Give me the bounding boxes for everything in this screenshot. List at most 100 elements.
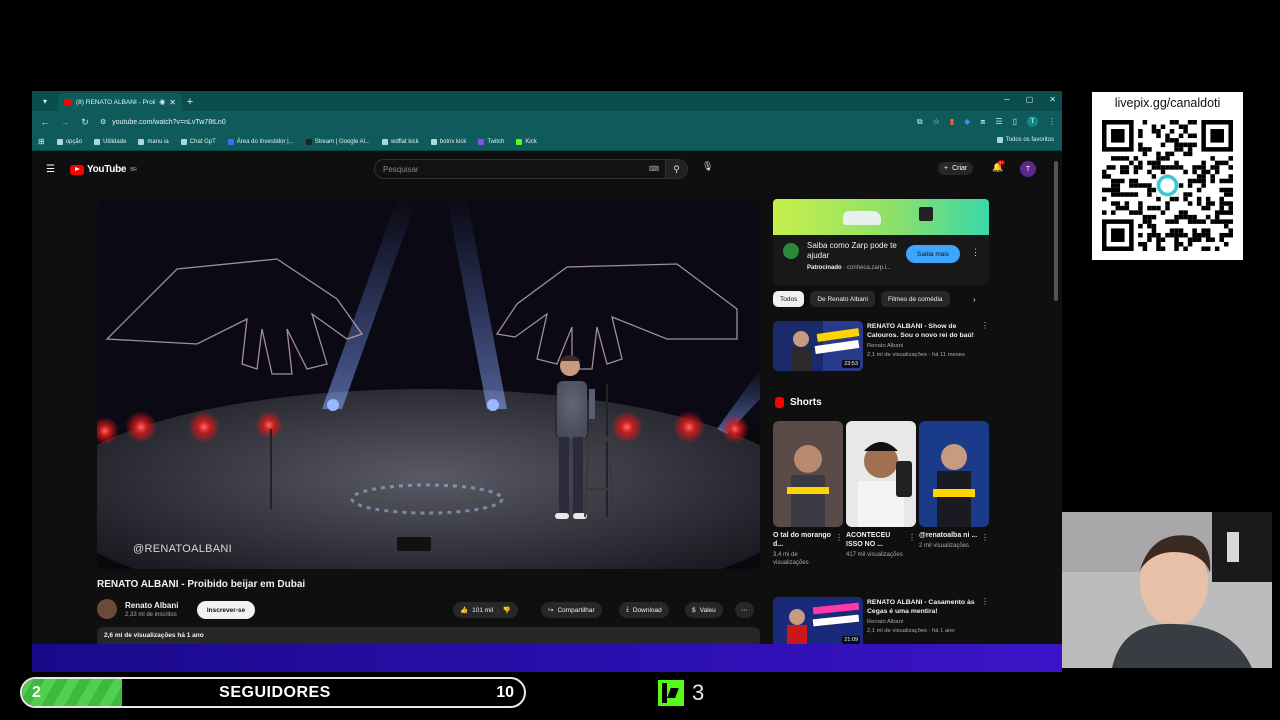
sidepanel-icon[interactable]: ▯ — [1013, 117, 1017, 126]
search-button[interactable]: ⚲ — [666, 159, 688, 179]
chip-from-channel[interactable]: De Renato Albani — [810, 291, 875, 307]
recommended-channel[interactable]: Renato Albani — [867, 343, 903, 349]
subscribe-button[interactable]: Inscrever-se — [197, 601, 255, 619]
recommended-title[interactable]: RENATO ALBANI - Casamento às Cegas é uma… — [867, 598, 979, 616]
chip-all[interactable]: Todos — [773, 291, 805, 307]
channel-name[interactable]: Renato Albani — [125, 601, 178, 610]
dislike-icon[interactable]: 👎 — [503, 606, 511, 614]
recommended-video[interactable]: 21:09 RENATO ALBANI - Casamento às Cegas… — [773, 597, 989, 644]
account-avatar[interactable]: T — [1020, 161, 1036, 177]
chip-comedy-movies[interactable]: Filmes de comédia — [880, 291, 950, 307]
bookmark-item[interactable]: Chat GpT — [180, 138, 216, 145]
qr-module — [1160, 169, 1166, 175]
video-thumbnail[interactable]: 21:09 — [773, 597, 863, 644]
recommended-title[interactable]: RENATO ALBANI - Show de Calouros. Sou o … — [867, 322, 979, 340]
audio-icon[interactable]: ◉ — [159, 98, 165, 106]
thanks-button[interactable]: $ Valeu — [685, 602, 723, 618]
site-info-icon[interactable]: ⚙ — [100, 118, 106, 126]
qr-module — [1228, 165, 1233, 170]
extension-icon-2[interactable]: ◆ — [964, 117, 970, 126]
qr-module — [1174, 237, 1179, 242]
tab-youtube[interactable]: (8) RENATO ALBANI - Proib... ◉ ✕ — [58, 93, 182, 111]
ad-banner[interactable] — [773, 199, 989, 235]
short-thumbnail[interactable] — [773, 421, 843, 527]
bookmark-favicon-icon — [138, 138, 145, 145]
short-title[interactable]: ACONTECEU ISSO NO ... — [846, 531, 908, 549]
bookmark-item[interactable]: manu ia — [138, 138, 169, 145]
hamburger-menu-icon[interactable]: ☰ — [46, 164, 55, 175]
more-options-icon[interactable]: ⋮ — [908, 533, 916, 542]
like-icon[interactable]: 👍 — [460, 606, 468, 614]
qr-module — [1151, 232, 1157, 238]
ad-cta-button[interactable]: Saiba mais — [906, 245, 960, 263]
new-tab-button[interactable]: + — [182, 93, 198, 111]
short-thumbnail[interactable] — [919, 421, 989, 527]
recommended-channel[interactable]: Renato Albani — [867, 619, 903, 625]
video-thumbnail[interactable]: 23:53 — [773, 321, 863, 371]
minimize-icon[interactable]: ─ — [1004, 95, 1010, 104]
maximize-icon[interactable]: ▢ — [1026, 95, 1034, 104]
description-box[interactable]: 2,6 mi de visualizações há 1 ano — [97, 627, 760, 644]
page-scrollbar[interactable] — [1054, 151, 1058, 644]
scrollbar-thumb[interactable] — [1054, 161, 1058, 301]
bookmark-item[interactable]: wdflat kick — [381, 138, 419, 145]
install-icon[interactable]: ⧉ — [917, 117, 923, 127]
short-title[interactable]: O tal do morango d... — [773, 531, 835, 549]
bookmark-star-icon[interactable]: ☆ — [933, 117, 940, 126]
forward-icon[interactable]: → — [60, 117, 70, 127]
bookmark-item[interactable]: Twitch — [478, 138, 504, 145]
short-card[interactable]: O tal do morango d... 3,4 mi de visualiz… — [773, 421, 843, 567]
bookmark-item[interactable]: opção — [56, 138, 82, 145]
qr-module — [1160, 165, 1166, 170]
create-button[interactable]: + Criar — [938, 162, 974, 175]
all-bookmarks[interactable]: Todos os favoritos — [996, 137, 1054, 143]
qr-module — [1106, 165, 1112, 170]
more-actions-button[interactable]: ⋯ — [735, 602, 754, 618]
chevron-right-icon[interactable]: › — [973, 295, 976, 304]
short-card[interactable]: @renatoalba ni ... 2 mil visualizações ⋮ — [919, 421, 989, 550]
qr-code — [1102, 120, 1233, 251]
notifications-bell-icon[interactable]: 🔔 9+ — [992, 160, 1005, 173]
mic-icon[interactable]: 🎙 — [702, 161, 713, 172]
short-card[interactable]: ACONTECEU ISSO NO ... 417 mil visualizaç… — [846, 421, 916, 559]
menu-dots-icon[interactable]: ⋮ — [1048, 117, 1056, 126]
extensions-puzzle-icon[interactable]: ⧈ — [980, 117, 985, 127]
video-player[interactable]: @RENATOALBANI — [97, 199, 760, 569]
bookmark-item[interactable]: Kick — [516, 138, 537, 145]
share-button[interactable]: ↪ Compartilhar — [541, 602, 602, 618]
bookmark-item[interactable]: Utilidade — [94, 138, 126, 145]
ad-more-icon[interactable]: ⋮ — [971, 247, 980, 258]
close-window-icon[interactable]: ✕ — [1049, 95, 1056, 104]
qr-module — [1169, 196, 1175, 202]
bookmark-item[interactable]: Área do Investidor |... — [227, 138, 294, 145]
apps-icon[interactable]: ⊞ — [38, 137, 45, 146]
short-thumbnail[interactable] — [846, 421, 916, 527]
tab-search-icon[interactable]: ▾ — [36, 93, 54, 109]
omnibox[interactable]: ⚙ youtube.com/watch?v=nLvTw78tLn0 — [100, 118, 226, 127]
channel-avatar[interactable] — [97, 599, 117, 619]
ad-title[interactable]: Saiba como Zarp pode te ajudar — [807, 241, 903, 261]
bookmark-item[interactable]: Stream | Google Al... — [305, 138, 370, 145]
recommended-video[interactable]: 23:53 RENATO ALBANI - Show de Calouros. … — [773, 321, 989, 375]
bookmark-item[interactable]: botrix kick — [430, 138, 466, 145]
more-options-icon[interactable]: ⋮ — [981, 321, 989, 330]
more-options-icon[interactable]: ⋮ — [835, 533, 843, 542]
search-input[interactable]: Pesquisar ⌨ — [374, 159, 666, 179]
youtube-logo[interactable]: YouTube BR — [70, 164, 137, 175]
extension-icon[interactable]: ▮ — [950, 117, 954, 126]
qr-module — [1223, 241, 1229, 247]
like-count[interactable]: 101 mil — [472, 607, 493, 614]
tab-close-icon[interactable]: ✕ — [169, 98, 176, 107]
profile-avatar[interactable]: T — [1027, 116, 1038, 127]
download-button[interactable]: ⤓ Download — [619, 602, 669, 618]
qr-module — [1187, 133, 1193, 139]
keyboard-icon[interactable]: ⌨ — [649, 165, 659, 173]
more-options-icon[interactable]: ⋮ — [981, 597, 989, 606]
reading-list-icon[interactable]: ☰ — [995, 117, 1002, 126]
reload-icon[interactable]: ↻ — [80, 117, 90, 128]
back-icon[interactable]: ← — [40, 117, 50, 127]
short-title[interactable]: @renatoalba ni ... — [919, 531, 981, 540]
more-options-icon[interactable]: ⋮ — [981, 533, 989, 542]
qr-module — [1178, 183, 1184, 188]
qr-module — [1156, 165, 1161, 170]
